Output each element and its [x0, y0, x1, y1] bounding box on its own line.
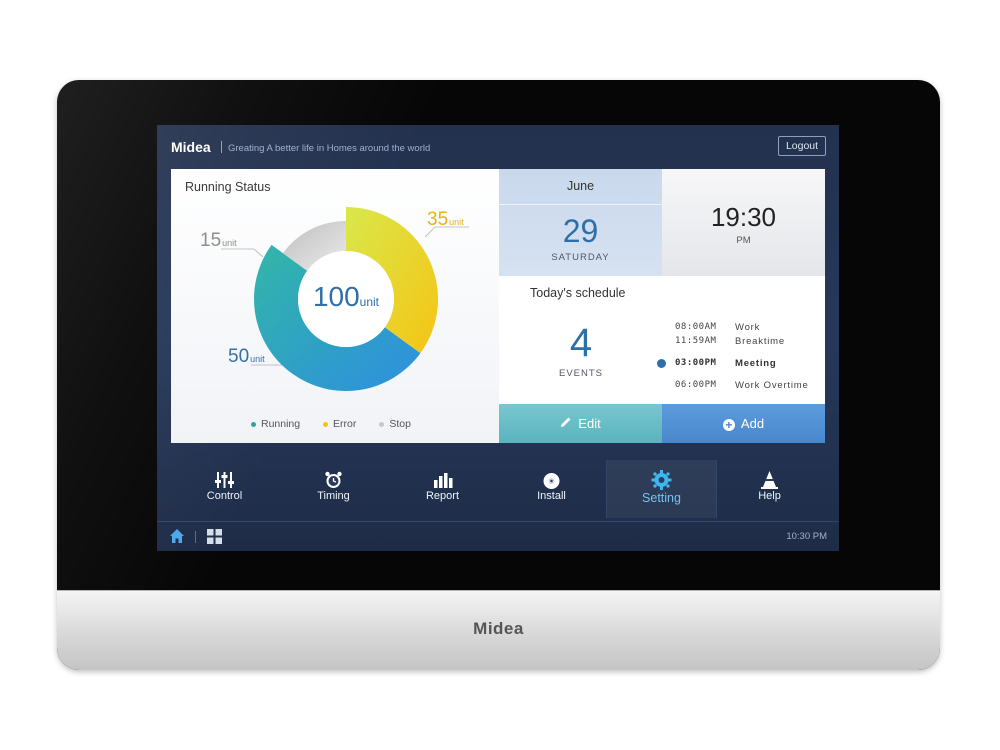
status-bar: 10:30 PM	[157, 521, 839, 551]
gear-icon	[607, 470, 716, 490]
top-bar: Midea Greating A better life in Homes ar…	[157, 125, 839, 169]
cone-icon	[715, 470, 824, 490]
touch-panel-device: Midea Greating A better life in Homes ar…	[57, 80, 940, 670]
schedule-time: 03:00PM	[675, 358, 717, 368]
edit-label: Edit	[578, 416, 601, 431]
pencil-icon	[560, 405, 572, 444]
nav-control-label: Control	[206, 490, 243, 502]
time-card: 19:30 PM	[662, 169, 825, 276]
nav-control[interactable]: Control	[170, 460, 279, 518]
schedule-time: 11:59AM	[675, 336, 717, 346]
bottom-nav: Control Timing Report Install Setting He…	[157, 460, 839, 520]
apps-grid-icon[interactable]	[207, 529, 222, 549]
disc-icon	[497, 470, 606, 490]
total-value: 100	[312, 281, 360, 312]
stop-value: 15	[200, 230, 222, 251]
edit-button[interactable]: Edit	[499, 404, 662, 443]
sliders-icon	[170, 470, 279, 490]
running-value-label: 50unit	[228, 346, 265, 368]
nav-setting-label: Setting	[642, 491, 681, 505]
legend-running-label: Running	[261, 418, 301, 430]
add-label: Add	[740, 416, 765, 431]
tagline: Greating A better life in Homes around t…	[228, 143, 431, 154]
nav-timing[interactable]: Timing	[279, 460, 388, 518]
total-units: 100unit	[286, 281, 406, 313]
running-status-card: Running Status 100unit 15unit 35unit 50u…	[171, 169, 499, 443]
bar-chart-icon	[388, 470, 497, 490]
screen: Midea Greating A better life in Homes ar…	[157, 125, 839, 551]
legend-stop-dot	[379, 421, 385, 427]
nav-setting[interactable]: Setting	[606, 460, 717, 518]
nav-help-label: Help	[758, 490, 781, 502]
running-value: 50	[228, 346, 250, 367]
day-number: 29	[562, 213, 599, 249]
nav-install[interactable]: Install	[497, 460, 606, 518]
status-bar-time: 10:30 PM	[786, 531, 827, 542]
schedule-event: Meeting	[735, 358, 777, 369]
edit-button-content: Edit	[499, 404, 662, 443]
nav-report[interactable]: Report	[388, 460, 497, 518]
event-count: 4	[569, 321, 593, 365]
brand-logo: Midea	[171, 139, 211, 155]
error-value-label: 35unit	[427, 209, 464, 231]
legend-error-label: Error	[333, 418, 357, 430]
event-count-label: EVENTS	[558, 368, 603, 379]
clock-time: 19:30	[710, 202, 777, 232]
legend-error-dot	[323, 421, 329, 427]
stop-unit: unit	[222, 238, 237, 248]
current-event-marker	[657, 359, 666, 368]
running-unit: unit	[250, 354, 265, 364]
add-button-content: + Add	[662, 404, 825, 443]
schedule-card: Today's schedule 4 EVENTS 08:00AM Work 1…	[499, 276, 825, 404]
nav-help[interactable]: Help	[715, 460, 824, 518]
clock-ampm: PM	[736, 235, 751, 246]
brand-divider	[221, 141, 222, 153]
legend-stop-label: Stop	[389, 418, 411, 430]
schedule-event: Work Overtime	[735, 380, 809, 391]
error-unit: unit	[449, 217, 464, 227]
stop-value-label: 15unit	[200, 230, 237, 252]
month: June	[499, 169, 662, 205]
home-icon[interactable]	[169, 528, 185, 549]
legend-running-dot	[251, 421, 256, 427]
alarm-clock-icon	[279, 470, 388, 490]
status-legend: Running Error Stop	[251, 418, 431, 430]
device-chin: Midea	[57, 590, 940, 670]
schedule-time: 06:00PM	[675, 380, 717, 390]
schedule-event: Work	[735, 322, 761, 333]
weekday: SATURDAY	[551, 252, 610, 263]
status-bar-divider	[195, 531, 196, 543]
total-unit: unit	[359, 295, 380, 309]
bezel-logo: Midea	[473, 619, 524, 638]
plus-circle-icon: +	[722, 419, 735, 431]
schedule-event: Breaktime	[735, 336, 785, 347]
logout-button[interactable]: Logout	[778, 136, 826, 156]
schedule-title: Today's schedule	[530, 286, 626, 300]
nav-timing-label: Timing	[317, 490, 350, 502]
legend-stop: Stop	[379, 418, 411, 430]
add-button[interactable]: + Add	[662, 404, 825, 443]
nav-report-label: Report	[425, 490, 460, 502]
date-card: June 29 SATURDAY	[499, 169, 662, 276]
nav-install-label: Install	[537, 490, 566, 502]
legend-running: Running	[251, 418, 300, 430]
error-value: 35	[427, 209, 449, 230]
legend-error: Error	[323, 418, 356, 430]
schedule-time: 08:00AM	[675, 322, 717, 332]
